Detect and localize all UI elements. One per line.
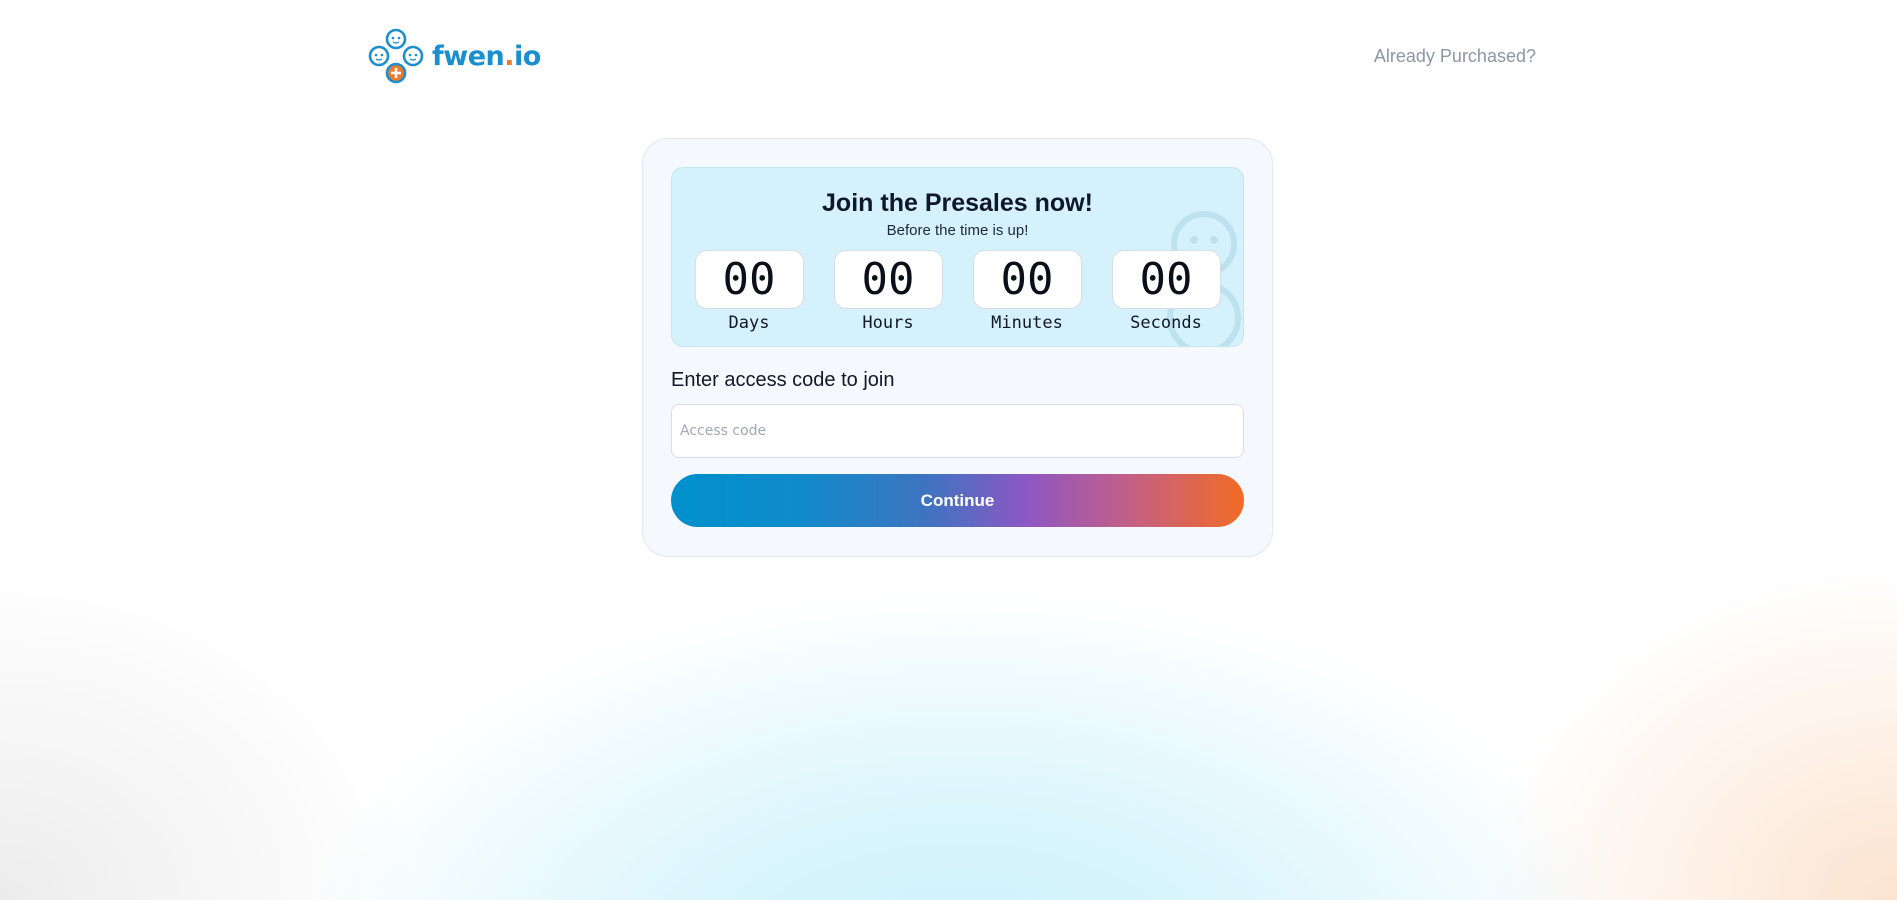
logo-wordmark: fwen.io xyxy=(432,41,541,72)
continue-button[interactable]: Continue xyxy=(671,474,1244,527)
brand-logo[interactable]: fwen.io xyxy=(368,28,541,84)
countdown-row: 00 Days 00 Hours 00 Minutes 00 Seconds xyxy=(672,250,1243,333)
countdown-seconds-value: 00 xyxy=(1111,250,1221,309)
countdown-panel: Join the Presales now! Before the time i… xyxy=(671,167,1244,347)
presale-subtitle: Before the time is up! xyxy=(886,222,1029,239)
fwen-logo-icon xyxy=(368,28,424,84)
countdown-seconds-label: Seconds xyxy=(1130,313,1202,333)
already-purchased-link[interactable]: Already Purchased? xyxy=(1374,46,1536,67)
access-code-input[interactable] xyxy=(671,404,1244,458)
countdown-days-label: Days xyxy=(728,313,770,333)
logo-wordmark-tld: io xyxy=(514,40,541,72)
countdown-seconds: 00 Seconds xyxy=(1111,250,1221,333)
countdown-minutes: 00 Minutes xyxy=(972,250,1082,333)
countdown-hours-label: Hours xyxy=(862,313,914,333)
countdown-days-value: 00 xyxy=(694,250,804,309)
logo-wordmark-dot: . xyxy=(504,40,514,72)
countdown-minutes-label: Minutes xyxy=(991,313,1063,333)
presale-card: Join the Presales now! Before the time i… xyxy=(642,138,1273,557)
countdown-days: 00 Days xyxy=(694,250,804,333)
countdown-minutes-value: 00 xyxy=(972,250,1082,309)
countdown-hours: 00 Hours xyxy=(833,250,943,333)
logo-wordmark-main: fwen xyxy=(432,40,505,72)
access-code-label: Enter access code to join xyxy=(671,369,895,391)
presale-title: Join the Presales now! xyxy=(822,189,1093,217)
countdown-hours-value: 00 xyxy=(833,250,943,309)
